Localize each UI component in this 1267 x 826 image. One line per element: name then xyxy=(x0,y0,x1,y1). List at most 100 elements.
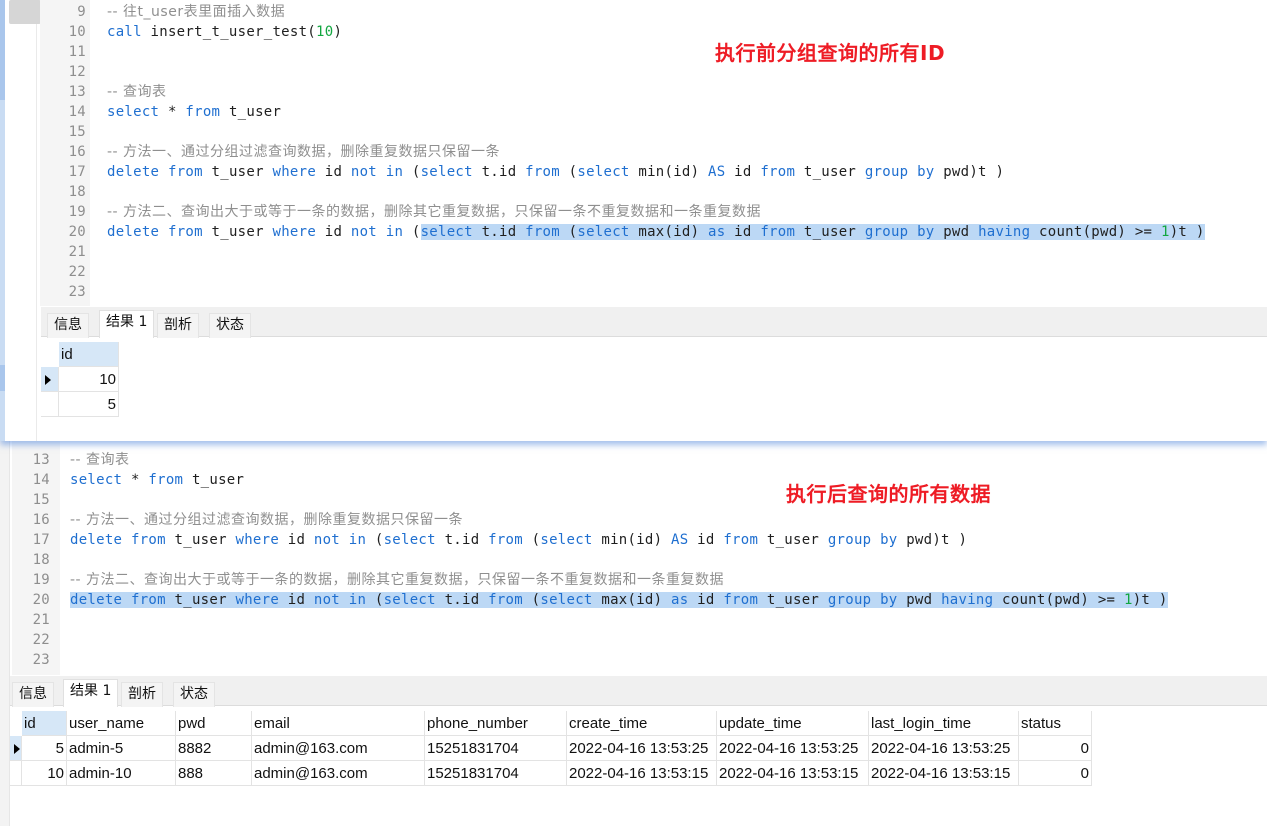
sql-keyword: not xyxy=(313,592,341,608)
sql-text: t_user xyxy=(758,532,828,548)
cell-pwd[interactable]: 8882 xyxy=(176,736,252,761)
before-execution-screenshot: 9 -- 往t_user表里面插入数据 10 call insert_t_user_t… xyxy=(0,0,1267,441)
cell-id[interactable]: 10 xyxy=(22,761,67,786)
cell-status[interactable]: 0 xyxy=(1019,736,1092,761)
left-panel-edge xyxy=(0,430,10,826)
sql-text: id xyxy=(279,592,314,608)
cell-phone-number[interactable]: 15251831704 xyxy=(425,736,567,761)
code-line[interactable]: 13 -- 查询表 xyxy=(12,450,1267,470)
cell-id[interactable]: 10 xyxy=(59,367,119,392)
code-line[interactable]: 23 xyxy=(40,282,1267,302)
row-selector[interactable] xyxy=(10,761,22,786)
code-line[interactable]: 16 -- 方法一、通过分组过滤查询数据，删除重复数据只保留一条 xyxy=(40,142,1267,162)
sql-text: t_user xyxy=(165,532,236,548)
code-line[interactable]: 15 xyxy=(12,490,1267,510)
code-line[interactable]: 11 xyxy=(40,42,1267,62)
column-header-last-login-time[interactable]: last_login_time xyxy=(869,711,1019,736)
code-line[interactable]: 21 xyxy=(12,610,1267,630)
cell-email[interactable]: admin@163.com xyxy=(252,761,425,786)
line-number: 23 xyxy=(68,284,86,300)
code-line[interactable]: 22 xyxy=(40,262,1267,282)
sql-text: ( xyxy=(522,532,541,548)
result-grid-after[interactable]: id user_name pwd email phone_number create_ti… xyxy=(10,711,1267,826)
cell-user-name[interactable]: admin-10 xyxy=(67,761,176,786)
line-number: 20 xyxy=(32,592,50,608)
cell-user-name[interactable]: admin-5 xyxy=(67,736,176,761)
cell-update-time[interactable]: 2022-04-16 13:53:15 xyxy=(717,761,869,786)
sql-editor-after[interactable]: 1213-- 查询表14select * from t_user1516-- 方… xyxy=(12,422,1267,675)
sql-text: count(pwd) >= xyxy=(993,592,1124,608)
code-line[interactable]: 20 delete from t_user where id not in (se… xyxy=(12,590,1267,610)
sql-keyword: in xyxy=(385,164,404,180)
tab-info[interactable]: 信息 xyxy=(47,313,89,338)
sql-keyword: from xyxy=(488,532,523,548)
tab-result-1[interactable]: 结果 1 xyxy=(63,679,119,707)
code-line[interactable]: 14 select * from t_user xyxy=(40,102,1267,122)
cell-phone-number[interactable]: 15251831704 xyxy=(425,761,567,786)
row-selector[interactable] xyxy=(10,736,22,761)
code-line[interactable]: 19 -- 方法二、查询出大于或等于一条的数据，删除其它重复数据，只保留一条不重复… xyxy=(12,570,1267,590)
sql-text: id xyxy=(316,224,351,240)
code-line[interactable]: 13 -- 查询表 xyxy=(40,82,1267,102)
cell-last-login-time[interactable]: 2022-04-16 13:53:25 xyxy=(869,736,1019,761)
code-line[interactable]: 16 -- 方法一、通过分组过滤查询数据，删除重复数据只保留一条 xyxy=(12,510,1267,530)
sql-keyword: call xyxy=(107,24,142,40)
cell-id[interactable]: 5 xyxy=(59,392,119,417)
code-line[interactable]: 9 -- 往t_user表里面插入数据 xyxy=(40,2,1267,22)
code-line[interactable]: 18 xyxy=(12,550,1267,570)
tab-status[interactable]: 状态 xyxy=(173,682,215,707)
cell-email[interactable]: admin@163.com xyxy=(252,736,425,761)
code-line[interactable]: 23 xyxy=(12,650,1267,670)
sql-text: max(id) xyxy=(629,224,709,240)
code-line[interactable]: 20 delete from t_user where id not in (se… xyxy=(40,222,1267,242)
code-line[interactable]: 19 -- 方法二、查询出大于或等于一条的数据，删除其它重复数据，只保留一条不重复… xyxy=(40,202,1267,222)
current-row-arrow-icon xyxy=(45,375,51,385)
sql-keyword: in xyxy=(385,224,404,240)
line-number: 22 xyxy=(32,632,50,648)
tab-info[interactable]: 信息 xyxy=(12,682,54,707)
code-line[interactable]: 15 xyxy=(40,122,1267,142)
tab-status[interactable]: 状态 xyxy=(209,313,251,338)
tab-profile[interactable]: 剖析 xyxy=(121,682,163,707)
column-header-status[interactable]: status xyxy=(1019,711,1092,736)
sql-text: t_user xyxy=(183,472,245,488)
sql-keyword: select xyxy=(540,592,593,608)
sql-text: t_user xyxy=(795,164,865,180)
column-header-id[interactable]: id xyxy=(22,711,67,736)
column-header-phone-number[interactable]: phone_number xyxy=(425,711,567,736)
code-text: -- 方法一、通过分组过滤查询数据，删除重复数据只保留一条 xyxy=(107,142,500,162)
code-line[interactable]: 10 call insert_t_user_test(10) xyxy=(40,22,1267,42)
code-line[interactable]: 14 select * from t_user xyxy=(12,470,1267,490)
cell-status[interactable]: 0 xyxy=(1019,761,1092,786)
sql-number: 10 xyxy=(316,24,334,40)
code-text: -- 方法二、查询出大于或等于一条的数据，删除其它重复数据，只保留一条不重复数据… xyxy=(70,570,724,590)
column-header-update-time[interactable]: update_time xyxy=(717,711,869,736)
code-line[interactable]: 17 delete from t_user where id not in (se… xyxy=(12,530,1267,550)
cell-pwd[interactable]: 888 xyxy=(176,761,252,786)
row-selector[interactable] xyxy=(41,367,59,392)
code-line[interactable]: 12 xyxy=(40,62,1267,82)
sql-editor-before[interactable]: 9 -- 往t_user表里面插入数据 10 call insert_t_user_t… xyxy=(40,0,1267,306)
cell-create-time[interactable]: 2022-04-16 13:53:15 xyxy=(567,761,717,786)
sql-text: t.id xyxy=(435,532,489,548)
column-header-id[interactable]: id xyxy=(59,342,119,367)
code-line[interactable]: 22 xyxy=(12,630,1267,650)
column-header-email[interactable]: email xyxy=(252,711,425,736)
sidebar-scroll-indicator-2 xyxy=(0,365,5,391)
code-line[interactable]: 18 xyxy=(40,182,1267,202)
sql-keyword: where xyxy=(272,164,317,180)
column-header-create-time[interactable]: create_time xyxy=(567,711,717,736)
cell-id[interactable]: 5 xyxy=(22,736,67,761)
code-line[interactable]: 17 delete from t_user where id not in (se… xyxy=(40,162,1267,182)
cell-update-time[interactable]: 2022-04-16 13:53:25 xyxy=(717,736,869,761)
column-header-pwd[interactable]: pwd xyxy=(176,711,252,736)
result-grid-before[interactable]: id 10 5 xyxy=(41,342,1267,440)
tab-profile[interactable]: 剖析 xyxy=(157,313,199,338)
column-header-user-name[interactable]: user_name xyxy=(67,711,176,736)
code-line[interactable]: 21 xyxy=(40,242,1267,262)
sidebar-selected-item[interactable] xyxy=(9,0,41,24)
cell-last-login-time[interactable]: 2022-04-16 13:53:15 xyxy=(869,761,1019,786)
tab-result-1[interactable]: 结果 1 xyxy=(99,310,155,338)
cell-create-time[interactable]: 2022-04-16 13:53:25 xyxy=(567,736,717,761)
row-selector[interactable] xyxy=(41,392,59,417)
